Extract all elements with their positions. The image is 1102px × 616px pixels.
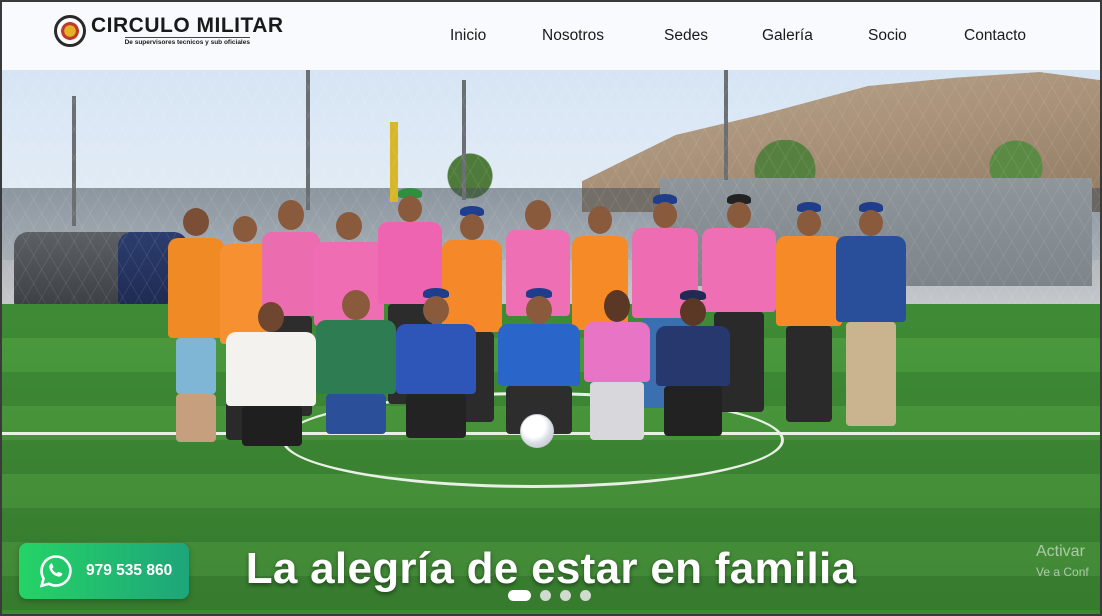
- whatsapp-icon: [39, 555, 72, 588]
- nav-item-nosotros[interactable]: Nosotros: [542, 27, 604, 45]
- team-member: [656, 290, 730, 442]
- brand-text: CIRCULO MILITAR De supervisores tecnicos…: [91, 15, 284, 47]
- team-member: [836, 202, 906, 432]
- whatsapp-button[interactable]: 979 535 860: [19, 543, 189, 599]
- emblem-icon: [54, 15, 86, 47]
- activation-watermark: Activar Ve a Conf: [1036, 543, 1089, 579]
- team-member: [776, 202, 842, 428]
- watermark-line-2: Ve a Conf: [1036, 565, 1089, 579]
- whatsapp-number: 979 535 860: [86, 562, 173, 579]
- nav-item-contacto[interactable]: Contacto: [964, 27, 1026, 45]
- nav-item-socio[interactable]: Socio: [868, 27, 907, 45]
- soccer-ball: [520, 414, 554, 448]
- brand-logo[interactable]: CIRCULO MILITAR De supervisores tecnicos…: [54, 15, 284, 47]
- slider-dots: [508, 590, 591, 601]
- team-member: [584, 290, 650, 450]
- slider-dot-3[interactable]: [560, 590, 571, 601]
- brand-title: CIRCULO MILITAR: [91, 14, 284, 37]
- hero-slider: [0, 0, 1102, 616]
- slider-dot-4[interactable]: [580, 590, 591, 601]
- nav-item-inicio[interactable]: Inicio: [450, 27, 486, 45]
- nav-item-sedes[interactable]: Sedes: [664, 27, 708, 45]
- team-member: [396, 288, 476, 448]
- slider-dot-2[interactable]: [540, 590, 551, 601]
- nav-item-galeria[interactable]: Galería: [762, 27, 813, 45]
- site-header: CIRCULO MILITAR De supervisores tecnicos…: [0, 0, 1102, 70]
- brand-subtitle: De supervisores tecnicos y sub oficiales: [124, 37, 250, 46]
- watermark-line-1: Activar: [1036, 543, 1085, 560]
- slider-dot-1[interactable]: [508, 590, 531, 601]
- team-member: [316, 290, 396, 446]
- team-member: [168, 208, 224, 444]
- team-member: [226, 302, 316, 448]
